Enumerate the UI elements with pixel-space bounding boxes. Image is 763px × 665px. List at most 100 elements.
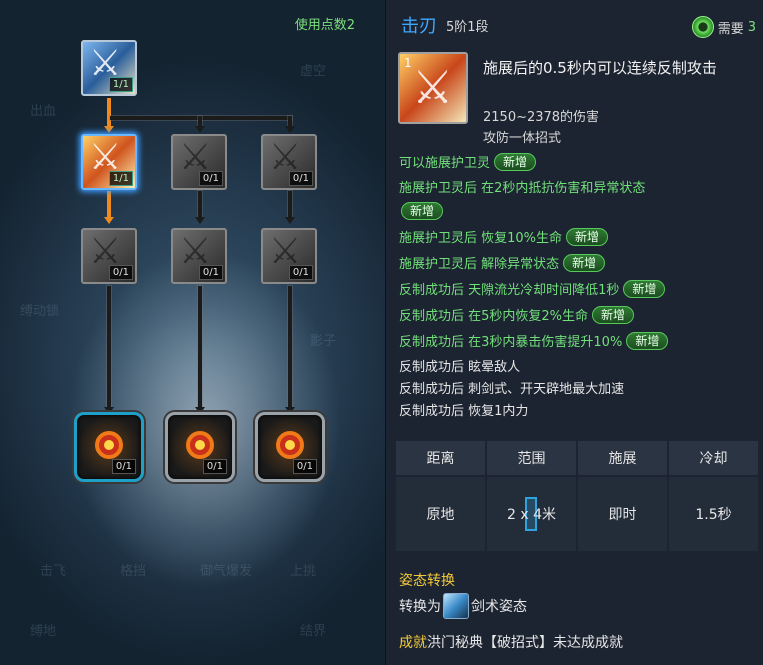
skill-level: 0/1 xyxy=(108,265,133,280)
background-label: 缚动锁 xyxy=(20,304,60,319)
ultimate-skill-node[interactable]: 0/1 xyxy=(255,412,325,482)
stance-line: 转换为 剑术姿态 xyxy=(399,593,527,619)
skill-detail-panel: 击刃 5阶1段 需要 3 1 ⚔ 施展后的0.5秒内可以连续反制攻击 2150~… xyxy=(385,0,763,665)
skill-level: 0/1 xyxy=(288,171,313,186)
connector xyxy=(288,191,292,218)
skill-node[interactable]: ⚔ 0/1 xyxy=(261,228,317,284)
achievement-key: 成就 xyxy=(399,635,427,651)
background-label: 御气爆发 xyxy=(200,564,253,579)
background-label: 虚空 xyxy=(300,64,327,79)
effect-line: 反制成功后 在5秒内恢复2%生命 新增 xyxy=(399,306,754,326)
connector xyxy=(107,286,111,409)
skill-node[interactable]: ⚔ 0/1 xyxy=(171,134,227,190)
required-value: 3 xyxy=(747,19,756,35)
stat-text: 1.5秒 xyxy=(695,507,732,523)
new-badge: 新增 xyxy=(592,306,635,324)
new-badge: 新增 xyxy=(494,153,537,171)
effect-text: 反制成功后 在5秒内恢复2%生命 xyxy=(399,309,589,324)
skill-level: 0/1 xyxy=(198,171,223,186)
effect-text: 可以施展护卫灵 xyxy=(399,156,491,171)
skill-node-selected[interactable]: ⚔ 1/1 xyxy=(81,134,137,190)
effect-text: 施展护卫灵后 恢复10%生命 xyxy=(399,231,563,246)
connector-arrow-active xyxy=(104,126,114,133)
skill-level: 1/1 xyxy=(108,171,133,186)
ultimate-skill-node[interactable]: 0/1 xyxy=(165,412,235,482)
stat-header-area: 范围 xyxy=(487,441,576,475)
skill-damage: 2150~2378的伤害 xyxy=(483,110,600,125)
sword-stance-icon xyxy=(443,593,469,619)
connector xyxy=(198,286,202,409)
required-label: 需要 xyxy=(717,21,744,37)
connector-active xyxy=(107,98,111,128)
new-badge: 新增 xyxy=(626,332,669,350)
stat-text: 2 x 4米 xyxy=(507,507,556,523)
achievement-line: 成就洪门秘典【破招式】未达成成就 xyxy=(399,632,623,652)
skill-level: 0/1 xyxy=(202,459,227,474)
new-badge: 新增 xyxy=(566,228,609,246)
icon-rank-tag: 1 xyxy=(404,56,412,70)
skill-rank: 5阶1段 xyxy=(446,20,489,35)
skill-large-icon: 1 ⚔ xyxy=(398,52,468,124)
connector xyxy=(198,191,202,218)
effect-line: 施展护卫灵后 在2秒内抵抗伤害和异常状态 新增 xyxy=(399,179,754,222)
effect-text: 施展护卫灵后 解除异常状态 xyxy=(399,257,560,272)
background-label: 影子 xyxy=(310,334,337,349)
required-points: 需要 3 xyxy=(691,16,756,38)
connector-arrow xyxy=(195,217,205,224)
stat-value-cooldown: 1.5秒 xyxy=(669,477,758,551)
skill-level: 0/1 xyxy=(292,459,317,474)
skill-stats-table: 距离 范围 施展 冷却 原地 2 x 4米 即时 1.5秒 xyxy=(396,441,758,553)
effect-line: 反制成功后 恢复1内力 xyxy=(399,402,754,421)
points-used-label: 使用点数2 xyxy=(294,18,355,33)
connector xyxy=(288,286,292,409)
skill-level: 0/1 xyxy=(288,265,313,280)
background-label: 上挑 xyxy=(290,564,317,579)
sun-seal-icon xyxy=(95,431,123,459)
effect-text: 反制成功后 刺剑式、开天辟地最大加速 xyxy=(399,382,625,397)
skill-level: 0/1 xyxy=(198,265,223,280)
stat-text: 即时 xyxy=(608,507,637,523)
connector-arrow xyxy=(195,126,205,133)
skill-node[interactable]: ⚔ 0/1 xyxy=(261,134,317,190)
background-label: 击飞 xyxy=(40,564,67,579)
background-label: 结界 xyxy=(300,624,327,639)
stat-text: 原地 xyxy=(426,507,455,523)
stat-value-cast: 即时 xyxy=(578,477,667,551)
effect-line: 可以施展护卫灵 新增 xyxy=(399,153,754,173)
stance-name: 剑术姿态 xyxy=(471,599,527,615)
background-label: 出血 xyxy=(30,104,57,119)
skill-type: 攻防一体招式 xyxy=(483,131,562,146)
stance-header: 姿态转换 xyxy=(399,573,455,589)
stat-value-range: 原地 xyxy=(396,477,485,551)
skill-level: 1/1 xyxy=(108,77,133,92)
background-label: 格挡 xyxy=(120,564,147,579)
effect-text: 反制成功后 恢复1内力 xyxy=(399,404,529,419)
connector-arrow xyxy=(285,126,295,133)
effect-text: 施展护卫灵后 在2秒内抵抗伤害和异常状态 xyxy=(399,181,646,196)
stance-prefix: 转换为 xyxy=(399,599,441,615)
skill-name: 击刃 xyxy=(401,16,437,37)
skill-node[interactable]: ⚔ 0/1 xyxy=(81,228,137,284)
skill-description: 施展后的0.5秒内可以连续反制攻击 xyxy=(483,59,717,77)
effect-text: 反制成功后 天隙流光冷却时间降低1秒 xyxy=(399,283,620,298)
connector-active xyxy=(107,191,111,218)
connector-arrow-active xyxy=(104,217,114,224)
achievement-text: 洪门秘典【破招式】未达成成就 xyxy=(427,635,623,651)
effect-line: 反制成功后 在3秒内暴击伤害提升10% 新增 xyxy=(399,332,754,352)
skill-node-root[interactable]: ⚔ 1/1 xyxy=(81,40,137,96)
ultimate-skill-node[interactable]: 0/1 xyxy=(74,412,144,482)
stat-value-area: 2 x 4米 xyxy=(487,477,576,551)
effect-text: 反制成功后 在3秒内暴击伤害提升10% xyxy=(399,335,623,350)
new-badge: 新增 xyxy=(401,202,444,220)
effect-line: 反制成功后 天隙流光冷却时间降低1秒 新增 xyxy=(399,280,754,300)
background-label: 缚地 xyxy=(30,624,57,639)
skill-tree-panel: 出血 虚空缚动锁影子击飞 格挡 御气爆发 上挑缚地 结界 使用点数2 ⚔ 1/1 ⚔ 1/… xyxy=(0,0,385,665)
new-badge: 新增 xyxy=(623,280,666,298)
effect-line: 反制成功后 眩晕敌人 xyxy=(399,358,754,377)
skill-node[interactable]: ⚔ 0/1 xyxy=(171,228,227,284)
connector-arrow xyxy=(285,217,295,224)
sword-strike-icon: ⚔ xyxy=(412,60,454,114)
stat-header-range: 距离 xyxy=(396,441,485,475)
sun-seal-icon xyxy=(276,431,304,459)
effect-list: 可以施展护卫灵 新增 施展护卫灵后 在2秒内抵抗伤害和异常状态 新增 施展护卫灵后 恢复… xyxy=(399,153,754,424)
